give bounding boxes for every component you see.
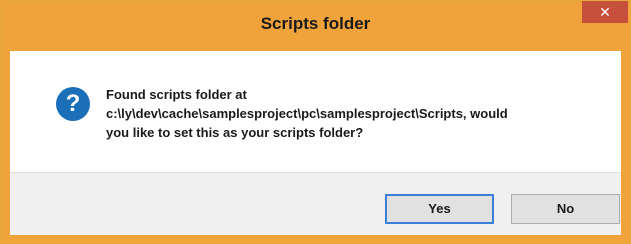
dialog-window: Scripts folder ✕ ? Found scripts folder … — [0, 0, 631, 244]
dialog-body: ? Found scripts folder at c:\ly\dev\cach… — [10, 51, 621, 235]
question-icon: ? — [56, 87, 90, 121]
message-line: Found scripts folder at — [106, 87, 247, 102]
button-bar: Yes No — [10, 172, 621, 235]
message-line: c:\ly\dev\cache\samplesproject\pc\sample… — [106, 106, 508, 121]
message-area: ? Found scripts folder at c:\ly\dev\cach… — [10, 51, 621, 172]
close-button[interactable]: ✕ — [582, 1, 628, 23]
title-bar[interactable]: Scripts folder ✕ — [1, 1, 630, 51]
dialog-message: Found scripts folder at c:\ly\dev\cache\… — [106, 85, 606, 142]
message-line: you like to set this as your scripts fol… — [106, 125, 364, 140]
dialog-title: Scripts folder — [260, 14, 371, 33]
no-button[interactable]: No — [511, 194, 620, 224]
yes-button[interactable]: Yes — [385, 194, 494, 224]
close-icon: ✕ — [599, 4, 611, 20]
